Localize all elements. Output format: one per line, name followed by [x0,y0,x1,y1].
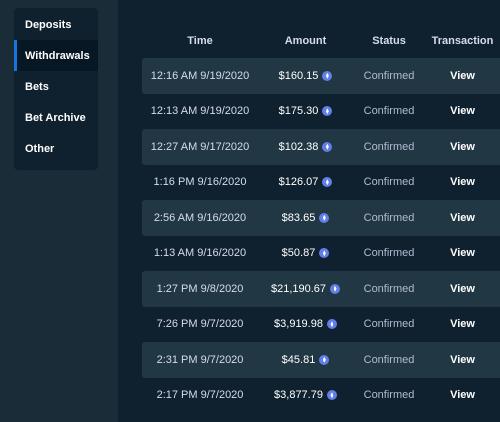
row-amount-value: $3,877.79 [274,389,323,402]
row-time: 12:16 AM 9/19/2020 [150,69,250,82]
row-amount: $175.30 [258,105,353,117]
view-transaction-link[interactable]: View [425,212,500,224]
column-header-status: Status [372,35,406,47]
row-status: Confirmed [363,318,415,331]
row-amount: $126.07 [258,176,353,188]
view-transaction-link[interactable]: View [425,105,500,117]
column-header-amount: Amount [284,35,327,47]
view-transaction-link[interactable]: View [425,283,500,295]
row-status: Confirmed [363,389,415,402]
sidebar-item-label: Withdrawals [25,49,90,62]
sidebar-item-label: Deposits [25,18,72,31]
view-transaction-link[interactable]: View [425,247,500,259]
row-status: Confirmed [363,247,415,260]
row-status: Confirmed [363,282,415,295]
row-amount-value: $45.81 [281,353,316,366]
row-amount-value: $83.65 [281,211,316,224]
row-status: Confirmed [363,353,415,366]
row-amount: $21,190.67 [258,283,353,295]
ethereum-icon [322,177,333,188]
ethereum-icon [319,212,330,223]
row-status: Confirmed [363,140,415,153]
view-transaction-link[interactable]: View [425,176,500,188]
sidebar-item-deposits[interactable]: Deposits [14,9,98,40]
table-row: 12:27 AM 9/17/2020 $102.38 Confirmed View [142,129,500,165]
ethereum-icon [319,248,330,259]
view-transaction-link[interactable]: View [425,354,500,366]
sidebar-item-bet-archive[interactable]: Bet Archive [14,102,98,133]
ethereum-icon [330,283,341,294]
sidebar-item-bets[interactable]: Bets [14,71,98,102]
table-header: Time Amount Status Transaction [142,24,500,58]
row-status: Confirmed [363,211,415,224]
view-transaction-link[interactable]: View [425,141,500,153]
table-row: 2:31 PM 9/7/2020 $45.81 Confirmed View [142,342,500,378]
ethereum-icon [322,141,333,152]
sidebar-item-label: Other [25,142,55,155]
sidebar-item-label: Bet Archive [25,111,86,124]
row-time: 12:13 AM 9/19/2020 [150,105,250,118]
row-amount-value: $102.38 [278,140,319,153]
view-transaction-link[interactable]: View [425,318,500,330]
ethereum-icon [322,106,333,117]
ethereum-icon [326,390,337,401]
transactions-sidebar: Deposits Withdrawals Bets Bet Archive Ot… [14,8,98,170]
row-time: 1:13 AM 9/16/2020 [153,247,247,260]
row-amount-value: $3,919.98 [274,318,323,331]
column-header-time: Time [187,35,213,47]
sidebar-item-label: Bets [25,80,49,93]
row-amount-value: $175.30 [278,105,319,118]
row-amount: $160.15 [258,70,353,82]
table-row: 2:56 AM 9/16/2020 $83.65 Confirmed View [142,200,500,236]
view-transaction-link[interactable]: View [425,389,500,401]
ethereum-icon [319,354,330,365]
column-header-transaction: Transaction [431,35,494,47]
row-time: 7:26 PM 9/7/2020 [156,318,244,331]
row-time: 12:27 AM 9/17/2020 [150,140,250,153]
table-row: 12:16 AM 9/19/2020 $160.15 Confirmed View [142,58,500,94]
row-status: Confirmed [363,176,415,189]
row-amount: $102.38 [258,141,353,153]
row-status: Confirmed [363,105,415,118]
row-time: 2:56 AM 9/16/2020 [153,211,247,224]
ethereum-icon [326,319,337,330]
withdrawals-panel: Time Amount Status Transaction 12:16 AM … [118,0,500,422]
table-row: 12:13 AM 9/19/2020 $175.30 Confirmed View [142,94,500,130]
row-time: 1:27 PM 9/8/2020 [156,282,244,295]
withdrawals-table-body: 12:16 AM 9/19/2020 $160.15 Confirmed View 12… [142,58,500,413]
table-row: 2:17 PM 9/7/2020 $3,877.79 Confirmed View [142,378,500,414]
row-amount: $83.65 [258,212,353,224]
table-row: 1:13 AM 9/16/2020 $50.87 Confirmed View [142,236,500,272]
row-time: 2:17 PM 9/7/2020 [156,389,244,402]
row-amount: $3,877.79 [258,389,353,401]
table-row: 1:16 PM 9/16/2020 $126.07 Confirmed View [142,165,500,201]
row-amount: $45.81 [258,354,353,366]
row-amount-value: $126.07 [278,176,319,189]
row-amount: $50.87 [258,247,353,259]
row-amount-value: $50.87 [281,247,316,260]
row-time: 1:16 PM 9/16/2020 [153,176,247,189]
row-amount: $3,919.98 [258,318,353,330]
row-amount-value: $160.15 [278,69,319,82]
row-time: 2:31 PM 9/7/2020 [156,353,244,366]
row-amount-value: $21,190.67 [270,282,327,295]
sidebar-item-withdrawals[interactable]: Withdrawals [14,40,98,71]
table-row: 7:26 PM 9/7/2020 $3,919.98 Confirmed View [142,307,500,343]
ethereum-icon [322,70,333,81]
row-status: Confirmed [363,69,415,82]
view-transaction-link[interactable]: View [425,70,500,82]
table-row: 1:27 PM 9/8/2020 $21,190.67 Confirmed View [142,271,500,307]
sidebar-item-other[interactable]: Other [14,133,98,164]
